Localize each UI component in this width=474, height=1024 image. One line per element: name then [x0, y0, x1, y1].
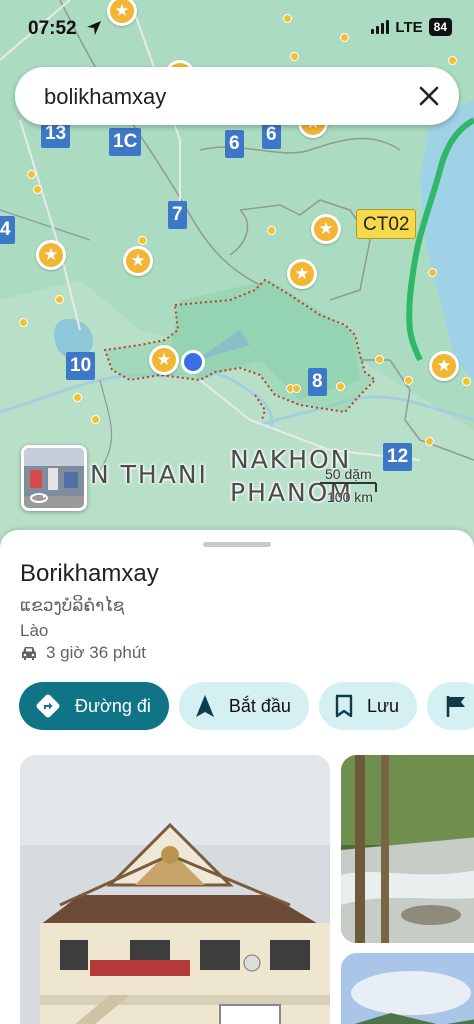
map-poi-dot[interactable]	[404, 376, 413, 385]
car-icon	[22, 647, 36, 660]
map-poi-dot[interactable]	[425, 437, 434, 446]
route-badge: 6	[262, 121, 281, 149]
search-input[interactable]: bolikhamxay	[44, 84, 166, 110]
location-arrow-icon	[87, 21, 101, 35]
route-badge: 1C	[109, 128, 142, 156]
map-poi-dot[interactable]	[27, 170, 36, 179]
start-button[interactable]: Bắt đầu	[178, 682, 309, 730]
scale-miles: 50 dặm	[325, 466, 372, 482]
directions-label: Đường đi	[75, 695, 151, 716]
map-poi-dot[interactable]	[267, 226, 276, 235]
starred-place-pin[interactable]: ★	[287, 259, 317, 289]
battery-level: 84	[428, 18, 452, 36]
drag-handle[interactable]	[203, 542, 271, 547]
area-label-left: N THANI	[90, 460, 208, 489]
starred-place-pin[interactable]: ★	[429, 351, 459, 381]
directions-button[interactable]: Đường đi	[19, 682, 169, 730]
route-badge: 10	[66, 352, 96, 380]
map-poi-dot[interactable]	[73, 393, 82, 402]
place-photo-sky[interactable]	[341, 953, 474, 1024]
map-poi-dot[interactable]	[19, 318, 28, 327]
label-button[interactable]	[427, 682, 474, 730]
drive-time: 3 giờ 36 phút	[46, 643, 146, 662]
save-button[interactable]: Lưu	[318, 682, 418, 730]
start-label: Bắt đầu	[228, 695, 291, 716]
network-type: LTE	[395, 18, 423, 36]
drive-time-row: 3 giờ 36 phút	[20, 643, 146, 663]
route-badge: 7	[168, 201, 187, 229]
map-poi-dot[interactable]	[462, 377, 471, 386]
map-poi-dot[interactable]	[375, 355, 384, 364]
street-view-thumbnail[interactable]	[21, 445, 87, 511]
route-badge: 8	[308, 368, 327, 396]
place-sheet[interactable]: Borikhamxay ແຂວງບໍລິຄຳໄຊ Lào 3 giờ 36 ph…	[0, 530, 474, 1024]
scale-km: 100 km	[327, 489, 373, 505]
map-poi-dot[interactable]	[55, 295, 64, 304]
place-country: Lào	[20, 621, 49, 640]
map-poi-dot[interactable]	[283, 14, 292, 23]
rotate-360-icon	[30, 493, 48, 503]
map-poi-dot[interactable]	[448, 56, 457, 65]
starred-place-pin[interactable]: ★	[311, 214, 341, 244]
map-poi-dot[interactable]	[292, 384, 301, 393]
place-photo-waterfall[interactable]	[341, 755, 474, 943]
highway-badge: CT02	[356, 209, 417, 239]
place-photo-main[interactable]	[20, 755, 330, 1024]
route-badge: 6	[225, 130, 244, 158]
map-poi-dot[interactable]	[33, 185, 42, 194]
close-icon[interactable]	[413, 80, 445, 112]
starred-place-pin[interactable]: ★	[36, 240, 66, 270]
map-view[interactable]: ★ ★ ★ ★ ★ ★ ★ ★ ★ 13 1C 6 6 7 4 10 8 12 …	[0, 0, 474, 560]
directions-icon	[36, 694, 60, 718]
bookmark-icon	[335, 694, 353, 718]
flag-icon	[446, 696, 466, 717]
place-native-name: ແຂວງບໍລິຄຳໄຊ	[20, 596, 125, 616]
map-poi-dot[interactable]	[336, 382, 345, 391]
signal-icon	[371, 20, 390, 34]
starred-place-pin[interactable]: ★	[149, 345, 179, 375]
map-poi-dot[interactable]	[91, 415, 100, 424]
search-bar[interactable]: bolikhamxay	[15, 67, 459, 125]
action-buttons: Đường đi Bắt đầu Lưu	[19, 682, 474, 730]
route-badge: 12	[383, 443, 413, 471]
map-poi-dot[interactable]	[340, 33, 349, 42]
route-badge: 4	[0, 216, 15, 244]
map-poi-dot[interactable]	[428, 268, 437, 277]
place-title: Borikhamxay	[20, 560, 159, 587]
status-time: 07:52	[28, 18, 77, 39]
map-poi-dot[interactable]	[290, 52, 299, 61]
starred-place-pin[interactable]: ★	[123, 246, 153, 276]
map-poi-dot[interactable]	[138, 236, 147, 245]
save-label: Lưu	[366, 695, 400, 716]
status-indicators: LTE 84	[371, 18, 452, 36]
navigation-arrow-icon	[195, 695, 214, 717]
